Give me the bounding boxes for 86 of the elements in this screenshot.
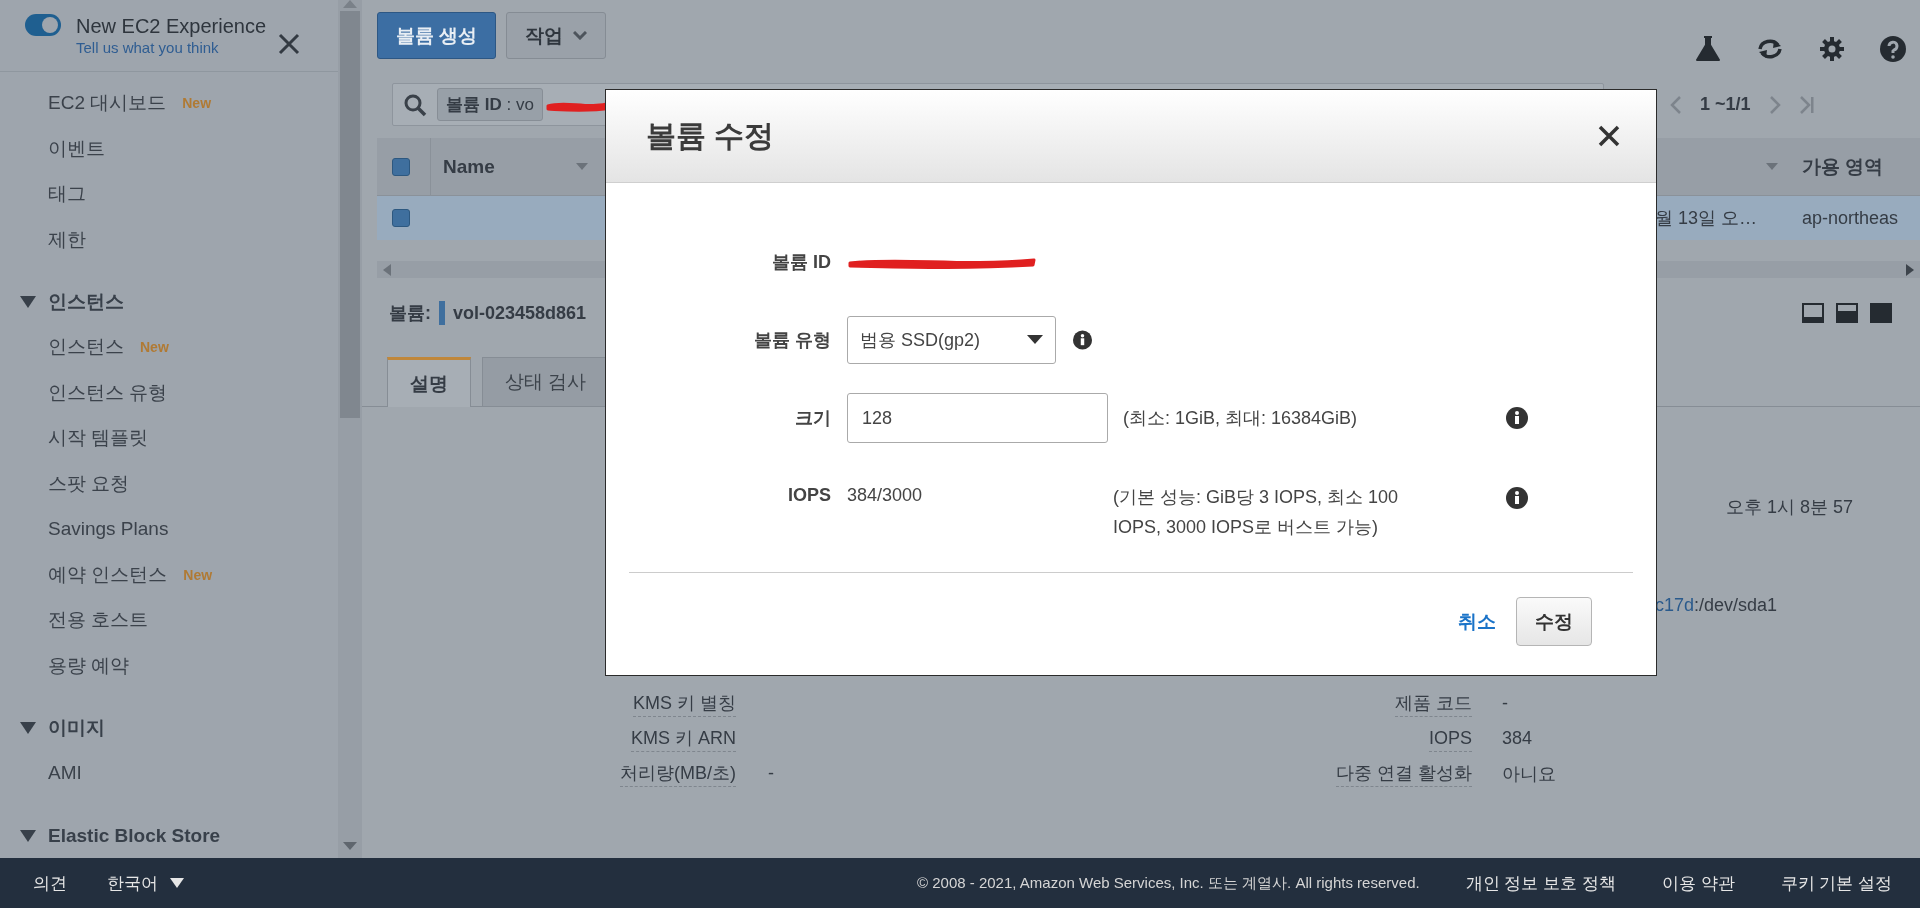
field-label: 볼륨 ID xyxy=(772,251,831,274)
detail-value: 384 xyxy=(1502,728,1533,748)
field-label: 볼륨 유형 xyxy=(754,329,831,352)
checkbox[interactable] xyxy=(392,209,410,227)
layout-icon[interactable] xyxy=(1836,303,1858,323)
volume-label: 볼륨: xyxy=(389,302,431,325)
new-label: New xyxy=(183,566,213,583)
detail-label: IOPS xyxy=(1429,725,1472,752)
layout-icon[interactable] xyxy=(1802,303,1824,323)
detail-value: :/dev/sda1 xyxy=(1694,595,1778,615)
nav-section-header[interactable]: 이미지 xyxy=(48,715,105,741)
nav-link[interactable]: 시작 템플릿 xyxy=(0,415,338,461)
close-icon[interactable] xyxy=(277,32,301,56)
close-icon[interactable] xyxy=(1598,125,1620,147)
footer-link[interactable]: 개인 정보 보호 정책 xyxy=(1465,871,1616,895)
triangle-icon[interactable] xyxy=(20,721,36,735)
detail-value: 아니요 xyxy=(1502,763,1556,784)
scroll-left-icon xyxy=(383,263,391,276)
flask-icon[interactable] xyxy=(1696,36,1720,62)
triangle-icon[interactable] xyxy=(20,828,36,843)
page-range: 1 ~1/1 xyxy=(1700,94,1751,115)
column-header[interactable]: Name xyxy=(443,155,495,178)
actions-menu-button[interactable]: 작업 xyxy=(506,12,607,59)
copyright-text: © 2008 - 2021, Amazon Web Services, Inc. 또는 계열사. All rights reserved. xyxy=(917,873,1420,893)
cancel-link[interactable]: 취소 xyxy=(1458,608,1496,635)
field-hint: (최소: 1GiB, 최대: 16384GiB) xyxy=(1123,408,1358,428)
nav-link[interactable]: 예약 인스턴스 xyxy=(48,561,168,588)
caret-icon xyxy=(573,31,588,40)
search-icon xyxy=(403,92,427,117)
field-value: 384/3000 xyxy=(847,485,923,506)
filter-token: 볼륨 ID : vo xyxy=(437,88,543,121)
detail-label: KMS 키 ARN xyxy=(631,725,736,752)
nav-link[interactable]: 인스턴스 유형 xyxy=(0,370,338,416)
field-label: IOPS xyxy=(788,484,831,506)
modify-button[interactable]: 수정 xyxy=(1516,597,1592,646)
field-label: 크기 xyxy=(795,407,831,430)
footer-link[interactable]: 이용 약관 xyxy=(1661,871,1735,895)
caret-icon xyxy=(1027,335,1043,345)
refresh-icon[interactable] xyxy=(1756,37,1784,61)
detail-value: - xyxy=(768,763,774,783)
banner-title: New EC2 Experience xyxy=(76,14,267,38)
info-icon[interactable] xyxy=(1073,329,1092,351)
detail-label: KMS 키 별칭 xyxy=(633,690,736,717)
bar-icon xyxy=(439,301,445,325)
caret-icon xyxy=(170,878,184,888)
nav-link[interactable]: 제한 xyxy=(0,217,338,263)
device-link[interactable]: c17d xyxy=(1655,595,1695,615)
settings-icon[interactable] xyxy=(1820,37,1844,61)
language-selector[interactable]: 한국어 xyxy=(107,871,184,895)
nav-link[interactable]: 이벤트 xyxy=(0,126,338,172)
detail-label: 다중 연결 활성화 xyxy=(1336,760,1472,787)
nav-section-header[interactable]: Elastic Block Store xyxy=(48,824,221,847)
nav-link[interactable]: 용량 예약 xyxy=(0,643,338,689)
detail-label: 제품 코드 xyxy=(1395,690,1472,717)
toggle-switch[interactable] xyxy=(25,14,61,36)
new-label: New xyxy=(182,95,212,112)
nav-section-header[interactable]: 인스턴스 xyxy=(48,289,124,315)
footer-link[interactable]: 쿠키 기본 설정 xyxy=(1780,871,1892,895)
info-icon[interactable] xyxy=(1506,487,1528,509)
nav-link[interactable]: 태그 xyxy=(0,171,338,217)
feedback-link[interactable]: Tell us what you think xyxy=(76,38,267,58)
detail-value: 오후 1시 8분 57 xyxy=(1726,497,1854,517)
volume-id: vol-023458d861 xyxy=(453,302,587,324)
nav-link[interactable]: 전용 호스트 xyxy=(0,597,338,643)
nav-link[interactable]: AMI xyxy=(0,750,338,796)
nav-link[interactable]: EC2 대시보드 xyxy=(48,90,167,117)
new-label: New xyxy=(140,339,169,356)
detail-label: 처리량(MB/초) xyxy=(620,760,736,787)
help-icon[interactable] xyxy=(1880,36,1906,62)
triangle-icon[interactable] xyxy=(20,295,36,309)
create-volume-button[interactable]: 볼륨 생성 xyxy=(377,12,497,59)
table-cell: ap-northeas xyxy=(1802,207,1899,229)
nav-link[interactable]: 스팟 요청 xyxy=(0,461,338,507)
table-cell-text: 월 13일 오… xyxy=(1655,207,1758,230)
checkbox[interactable] xyxy=(392,157,410,176)
nav-link[interactable]: Savings Plans xyxy=(0,506,338,552)
tab[interactable]: 설명 xyxy=(387,357,471,407)
select-field[interactable]: 범용 SSD(gp2) xyxy=(847,316,1056,364)
dialog-title: 볼륨 수정 xyxy=(646,117,775,154)
nav-link[interactable]: 인스턴스 xyxy=(48,334,124,361)
scroll-right-icon xyxy=(1906,263,1914,276)
field-hint: (기본 성능: GiB당 3 IOPS, 최소 100 IOPS, 3000 IOPS로 버스트 가능) xyxy=(1113,487,1399,537)
input-field[interactable]: 128 xyxy=(847,393,1108,443)
info-icon[interactable] xyxy=(1506,407,1528,429)
feedback-link[interactable]: 의견 xyxy=(33,871,67,895)
detail-value: - xyxy=(1502,693,1508,713)
